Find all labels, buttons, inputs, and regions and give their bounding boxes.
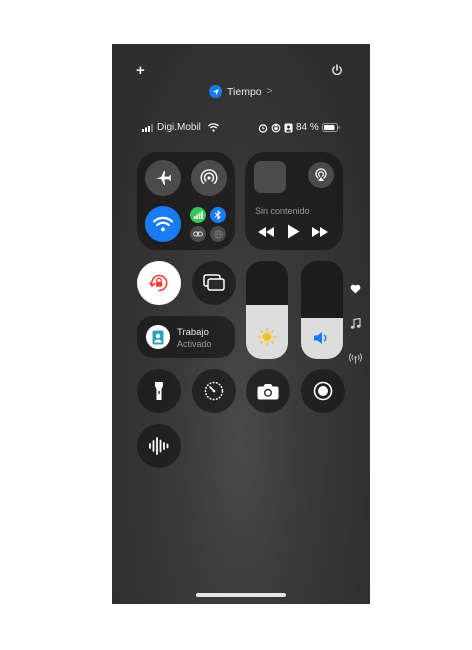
timer-icon	[204, 381, 224, 401]
speaker-icon	[313, 331, 331, 345]
volume-slider[interactable]	[301, 261, 343, 359]
signal-icon	[142, 124, 154, 132]
focus-subtitle: Activado	[177, 339, 212, 349]
control-center: + Tiempo > Digi.Mobil 84 % Sin contenido…	[112, 44, 370, 604]
camera-button[interactable]	[246, 369, 290, 413]
screen-recording-button[interactable]	[301, 369, 345, 413]
chevron-right-icon: >	[266, 86, 273, 97]
airplane-icon	[156, 170, 171, 186]
cellular-icon	[193, 211, 203, 219]
location-arrow-icon	[209, 85, 222, 98]
cellular-button[interactable]	[190, 207, 206, 223]
location-label: Tiempo	[227, 85, 262, 98]
focus-work-icon	[146, 325, 170, 349]
forward-button[interactable]	[312, 227, 328, 237]
forward-icon	[312, 227, 328, 237]
battery-icon	[322, 123, 340, 132]
play-icon	[288, 224, 300, 239]
brightness-slider[interactable]	[246, 261, 288, 359]
link-icon	[193, 231, 203, 237]
focus-status-icon	[284, 123, 293, 133]
screen-mirroring-button[interactable]	[192, 261, 236, 305]
camera-icon	[257, 383, 279, 399]
alarm-icon	[258, 123, 268, 133]
airplay-icon	[315, 168, 327, 181]
wifi-icon	[153, 216, 173, 232]
orientation-lock-button[interactable]	[137, 261, 181, 305]
focus-mode-button[interactable]: Trabajo Activado	[137, 316, 235, 358]
rewind-icon	[258, 227, 274, 237]
status-bar: Digi.Mobil 84 %	[142, 122, 342, 134]
lock-rotation-icon	[149, 274, 168, 292]
focus-title: Trabajo	[177, 327, 209, 338]
orientation-lock-icon	[271, 123, 281, 133]
sun-icon	[257, 327, 277, 347]
location-row[interactable]: Tiempo >	[209, 85, 272, 98]
bluetooth-icon	[214, 210, 221, 220]
rewind-button[interactable]	[258, 227, 274, 237]
screen-mirroring-icon	[203, 274, 225, 291]
airplane-mode-button[interactable]	[145, 160, 181, 196]
album-art	[254, 161, 286, 193]
vpn-button[interactable]	[210, 226, 226, 242]
flashlight-button[interactable]	[137, 369, 181, 413]
wifi-button[interactable]	[145, 206, 181, 242]
power-icon[interactable]	[331, 64, 343, 76]
personal-hotspot-button[interactable]	[190, 226, 206, 242]
flashlight-icon	[155, 382, 163, 400]
music-note-icon[interactable]	[350, 318, 361, 330]
home-indicator[interactable]	[196, 593, 286, 597]
broadcast-icon[interactable]	[349, 353, 362, 364]
carrier-label: Digi.Mobil	[157, 122, 201, 133]
media-panel: Sin contenido	[245, 152, 343, 250]
globe-icon	[213, 229, 223, 239]
bluetooth-button[interactable]	[210, 207, 226, 223]
battery-percent: 84 %	[296, 122, 319, 133]
heart-icon[interactable]	[350, 284, 361, 294]
play-button[interactable]	[287, 224, 300, 239]
timer-button[interactable]	[192, 369, 236, 413]
wifi-status-icon	[208, 123, 219, 132]
airplay-button[interactable]	[308, 162, 334, 188]
record-icon	[313, 381, 333, 401]
add-button[interactable]: +	[136, 62, 145, 79]
now-playing-label: Sin contenido	[255, 206, 310, 216]
connectivity-panel	[137, 152, 235, 250]
sound-recognition-button[interactable]	[137, 424, 181, 468]
airdrop-icon	[200, 169, 218, 185]
waveform-icon	[149, 437, 169, 455]
airdrop-button[interactable]	[191, 160, 227, 196]
